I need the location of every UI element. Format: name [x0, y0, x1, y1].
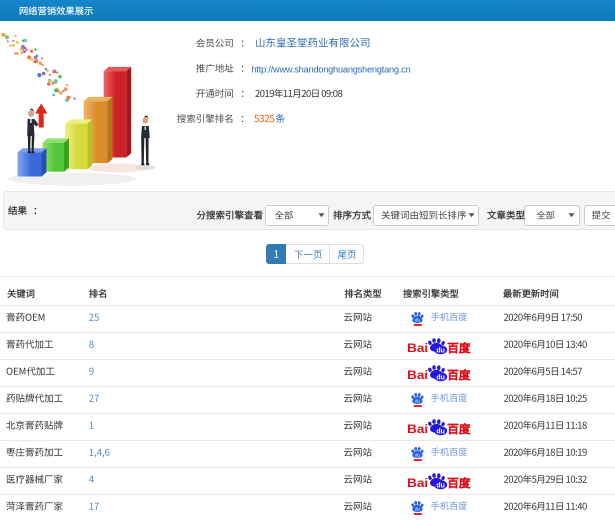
svg-text:http://www.shandonghuangshengt: http://www.shandonghuangshengtang.cn — [252, 65, 411, 75]
